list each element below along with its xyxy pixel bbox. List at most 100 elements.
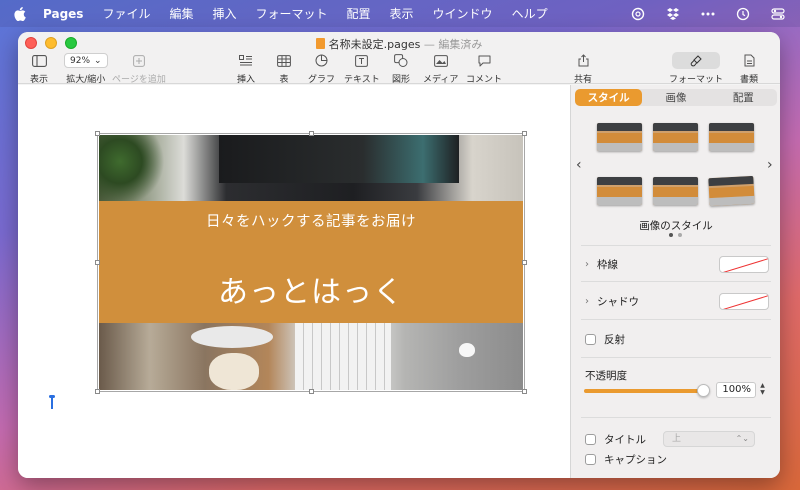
image-style-thumb[interactable] — [597, 177, 642, 205]
media-label: メディア — [423, 75, 459, 85]
shadow-row[interactable]: › シャドウ — [585, 292, 769, 310]
share-icon — [578, 52, 589, 69]
image-style-caption: 画像のスタイル — [639, 220, 713, 232]
table-label: 表 — [279, 75, 289, 85]
table-button[interactable]: 表 — [277, 52, 291, 85]
document-button[interactable]: 書類 — [740, 52, 758, 85]
caption-checkbox[interactable] — [585, 453, 596, 465]
opacity-slider[interactable] — [584, 384, 710, 397]
reflection-row[interactable]: 反射 — [585, 332, 769, 346]
comment-icon — [478, 52, 491, 69]
add-page-icon — [133, 52, 145, 69]
image-style-thumb[interactable] — [709, 123, 754, 151]
title-checkbox[interactable] — [585, 433, 596, 445]
resize-handle[interactable] — [522, 389, 527, 394]
menu-help[interactable]: ヘルプ — [512, 5, 548, 22]
zoom-popup[interactable]: 92% ⌄ — [64, 53, 108, 68]
border-color-well[interactable] — [719, 255, 769, 273]
inspector-tabs: スタイル 画像 配置 — [575, 89, 777, 106]
comment-label: コメント — [466, 75, 503, 85]
text-button[interactable]: テキスト — [344, 52, 380, 85]
sidebar-icon — [31, 52, 47, 69]
format-inspector: スタイル 画像 配置 ‹ › 画像のスタイル › 枠線 › シャドウ 反射 不透… — [570, 85, 780, 478]
more-dots-icon[interactable] — [700, 6, 716, 22]
insert-icon — [239, 52, 253, 69]
resize-handle[interactable] — [309, 389, 314, 394]
image-style-thumb[interactable] — [653, 177, 698, 205]
document-label: 書類 — [740, 75, 759, 85]
image-style-thumb[interactable] — [708, 175, 755, 207]
title-position-value: 上 — [672, 434, 682, 444]
insert-label: 挿入 — [237, 75, 256, 85]
add-page-label: ページを追加 — [112, 75, 166, 85]
edited-status: 編集済み — [438, 38, 483, 51]
reflection-label: 反射 — [604, 333, 625, 346]
add-page-button[interactable]: ページを追加 — [112, 52, 166, 85]
app-menu[interactable]: Pages — [43, 7, 83, 21]
document-name: 名称未設定.pages — [328, 38, 421, 51]
comment-button[interactable]: コメント — [466, 52, 502, 85]
resize-handle[interactable] — [95, 389, 100, 394]
apple-menu-icon[interactable] — [14, 6, 26, 21]
tab-arrange[interactable]: 配置 — [710, 89, 777, 106]
share-button[interactable]: 共有 — [574, 52, 592, 85]
control-center-icon[interactable] — [770, 6, 786, 22]
banner-title: あっとはっく — [218, 275, 404, 310]
photo-bottom — [99, 323, 523, 390]
shape-icon — [394, 52, 408, 69]
shadow-color-well[interactable] — [719, 292, 769, 310]
image-style-thumb[interactable] — [597, 123, 642, 151]
tab-image[interactable]: 画像 — [642, 89, 709, 106]
chevron-right-icon[interactable]: › — [585, 296, 589, 307]
insert-button[interactable]: 挿入 — [237, 52, 255, 85]
resize-handle[interactable] — [522, 260, 527, 265]
resize-handle[interactable] — [95, 131, 100, 136]
zoom-value: 92% — [70, 55, 91, 66]
chatgpt-icon[interactable] — [630, 6, 646, 22]
format-button[interactable]: フォーマット — [669, 52, 723, 85]
menu-arrange[interactable]: 配置 — [347, 5, 371, 22]
document-canvas[interactable]: 日々をハックする記事をお届け あっとはっく — [18, 85, 570, 478]
media-button[interactable]: メディア — [423, 52, 458, 85]
zoom-control[interactable]: 92% ⌄ 拡大/縮小 — [64, 52, 108, 85]
slider-knob[interactable] — [697, 384, 710, 397]
menu-edit[interactable]: 編集 — [169, 5, 193, 22]
updown-chevron-icon: ⌃⌄ — [735, 434, 749, 443]
opacity-label: 不透明度 — [585, 369, 627, 382]
resize-handle[interactable] — [95, 260, 100, 265]
zoom-label: 拡大/縮小 — [66, 75, 106, 85]
paintbrush-icon — [672, 52, 720, 69]
header-image[interactable]: 日々をハックする記事をお届け あっとはっく — [99, 135, 523, 390]
share-label: 共有 — [574, 75, 593, 85]
menu-insert[interactable]: 挿入 — [212, 5, 236, 22]
border-row[interactable]: › 枠線 — [585, 255, 769, 273]
title-position-select[interactable]: 上 ⌃⌄ — [663, 431, 755, 447]
caption-row[interactable]: キャプション — [585, 452, 769, 466]
view-button[interactable]: 表示 — [30, 52, 48, 85]
reflection-checkbox[interactable] — [585, 333, 596, 345]
tab-style[interactable]: スタイル — [575, 89, 643, 106]
page-dots[interactable] — [669, 233, 682, 237]
title-label: タイトル — [604, 433, 646, 446]
chevron-right-icon[interactable]: › — [767, 157, 773, 173]
banner-subtitle: 日々をハックする記事をお届け — [206, 214, 416, 230]
resize-handle[interactable] — [522, 131, 527, 136]
menu-view[interactable]: 表示 — [390, 5, 414, 22]
document-icon — [744, 52, 755, 69]
format-label: フォーマット — [669, 75, 724, 85]
chart-button[interactable]: グラフ — [308, 52, 335, 85]
chevron-left-icon[interactable]: ‹ — [576, 157, 582, 173]
menu-file[interactable]: ファイル — [102, 5, 150, 22]
chevron-down-icon: ⌄ — [94, 55, 102, 66]
menu-format[interactable]: フォーマット — [256, 5, 328, 22]
image-style-thumb[interactable] — [653, 123, 698, 151]
chevron-right-icon[interactable]: › — [585, 259, 589, 270]
opacity-stepper[interactable]: ▲ ▼ — [758, 382, 767, 398]
resize-handle[interactable] — [309, 131, 314, 136]
dropbox-icon[interactable] — [665, 6, 681, 22]
menu-window[interactable]: ウインドウ — [433, 5, 493, 22]
time-machine-icon[interactable] — [735, 6, 751, 22]
shape-button[interactable]: 図形 — [392, 52, 410, 85]
table-icon — [277, 52, 291, 69]
opacity-field[interactable]: 100% — [716, 382, 756, 398]
